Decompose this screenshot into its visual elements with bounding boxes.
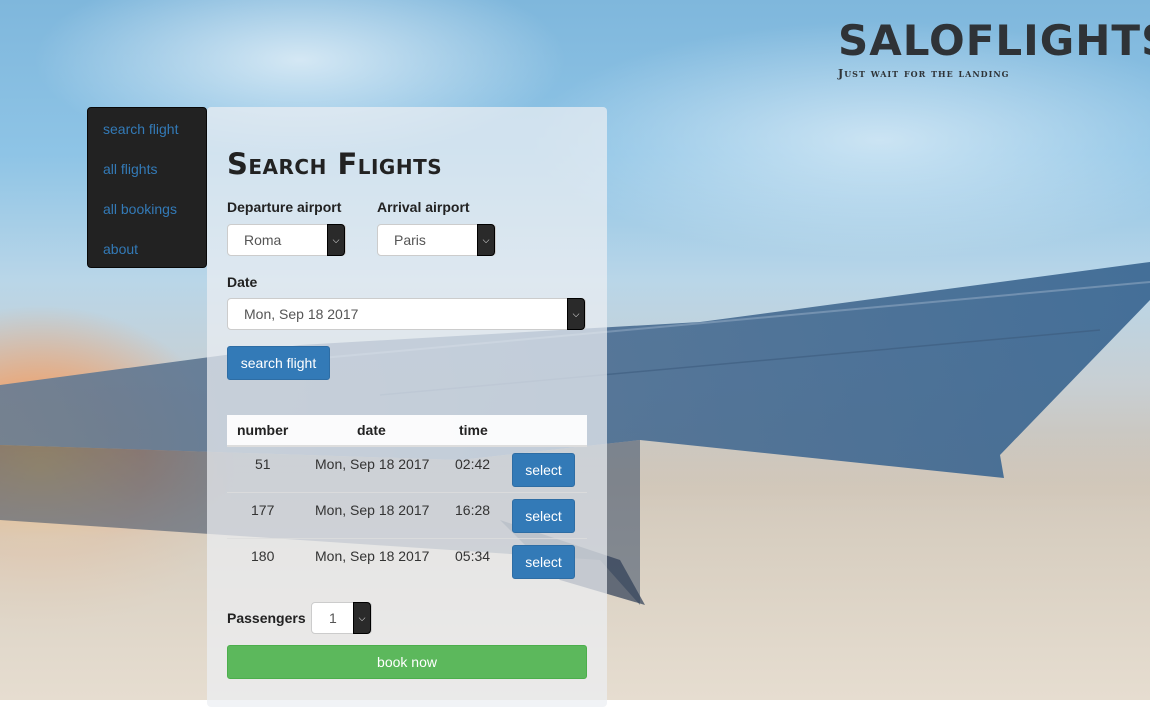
chevron-down-icon[interactable]: ⌵ — [353, 602, 371, 634]
departure-value: Roma — [244, 232, 282, 248]
passengers-select[interactable]: 1 ⌵ — [311, 602, 372, 634]
passengers-value: 1 — [329, 610, 337, 626]
column-header-number: number — [237, 422, 289, 438]
book-now-button[interactable]: book now — [227, 645, 587, 679]
column-header-date: date — [357, 422, 386, 438]
date-label: Date — [227, 274, 258, 290]
flight-number: 177 — [251, 502, 275, 518]
select-flight-button[interactable]: select — [512, 453, 575, 487]
table-row: 177 Mon, Sep 18 2017 16:28 select — [227, 492, 587, 538]
chevron-down-icon[interactable]: ⌵ — [567, 298, 585, 330]
table-row: 180 Mon, Sep 18 2017 05:34 select — [227, 538, 587, 584]
arrival-label: Arrival airport — [377, 199, 470, 215]
select-flight-button[interactable]: select — [512, 545, 575, 579]
chevron-down-icon[interactable]: ⌵ — [477, 224, 495, 256]
column-header-time: time — [459, 422, 488, 438]
brand-tagline: Just wait for the landing — [838, 67, 1010, 80]
table-row: 51 Mon, Sep 18 2017 02:42 select — [227, 447, 587, 492]
passengers-label: Passengers — [227, 610, 306, 626]
search-flight-button[interactable]: search flight — [227, 346, 330, 380]
results-table: number date time 51 Mon, Sep 18 2017 02:… — [227, 415, 587, 584]
arrival-select[interactable]: Paris ⌵ — [377, 224, 496, 256]
search-panel: Search Flights Departure airport Roma ⌵ … — [207, 107, 607, 707]
flight-time: 05:34 — [455, 548, 491, 564]
nav-item-all-flights[interactable]: all flights — [88, 154, 206, 194]
arrival-value: Paris — [394, 232, 426, 248]
flight-time: 02:42 — [455, 456, 491, 472]
nav-item-search-flight[interactable]: search flight — [88, 114, 206, 154]
date-value: Mon, Sep 18 2017 — [244, 306, 359, 322]
table-header: number date time — [227, 415, 587, 447]
nav-item-all-bookings[interactable]: all bookings — [88, 194, 206, 234]
flight-number: 180 — [251, 548, 275, 564]
flight-number: 51 — [255, 456, 271, 472]
table-body: 51 Mon, Sep 18 2017 02:42 select 177 Mon… — [227, 447, 587, 584]
sidebar-nav: search flight all flights all bookings a… — [87, 107, 207, 268]
select-flight-button[interactable]: select — [512, 499, 575, 533]
departure-select[interactable]: Roma ⌵ — [227, 224, 346, 256]
brand-title: SALOFLIGHTS — [838, 16, 1150, 65]
date-select[interactable]: Mon, Sep 18 2017 ⌵ — [227, 298, 586, 330]
flight-date: Mon, Sep 18 2017 — [315, 548, 430, 564]
flight-time: 16:28 — [455, 502, 491, 518]
nav-item-about[interactable]: about — [88, 234, 206, 274]
flight-date: Mon, Sep 18 2017 — [315, 502, 430, 518]
page-title: Search Flights — [227, 147, 443, 181]
flight-date: Mon, Sep 18 2017 — [315, 456, 430, 472]
departure-label: Departure airport — [227, 199, 342, 215]
chevron-down-icon[interactable]: ⌵ — [327, 224, 345, 256]
